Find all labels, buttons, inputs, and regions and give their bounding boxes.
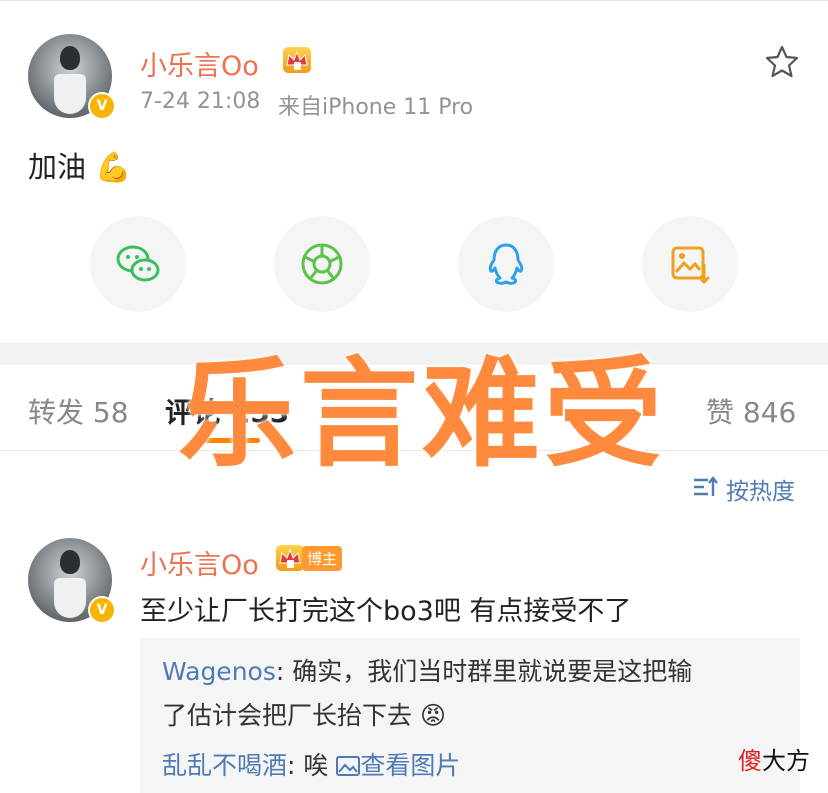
- tab-likes[interactable]: 赞 846: [706, 391, 796, 431]
- comment-text: 至少让厂长打完这个bo3吧 有点接受不了: [140, 596, 632, 627]
- avatar-figure-body: [54, 578, 86, 618]
- reply-username[interactable]: 乱乱不喝酒: [162, 751, 287, 780]
- comment-username[interactable]: 小乐言Oo: [140, 543, 259, 582]
- tab-repost[interactable]: 转发 58: [28, 391, 129, 431]
- avatar[interactable]: V: [28, 34, 116, 120]
- image-icon: [336, 756, 361, 776]
- wechat-icon: [116, 245, 160, 282]
- sort-label[interactable]: 按热度: [726, 472, 795, 506]
- save-image-button[interactable]: [642, 216, 738, 312]
- replies-box[interactable]: Wagenos: 确实，我们当时群里就说要是这把输 了估计会把厂长抬下去 😡 乱…: [140, 638, 800, 793]
- avatar-figure-body: [54, 74, 86, 114]
- reply-item[interactable]: Wagenos: 确实，我们当时群里就说要是这把输 了估计会把厂长抬下去 😡: [162, 650, 792, 738]
- reply-text: 确实，我们当时群里就说要是这把输: [292, 657, 693, 686]
- favorite-star-icon[interactable]: [764, 44, 800, 84]
- reply-text: 唉: [303, 751, 337, 780]
- save-image-icon: [671, 246, 711, 285]
- reply-separator: :: [275, 657, 293, 686]
- post-text: 加油 💪: [28, 150, 132, 184]
- verified-badge-icon: V: [88, 92, 116, 120]
- watermark-text: 大方: [762, 747, 810, 775]
- post-source: 来自iPhone 11 Pro: [278, 95, 474, 120]
- share-qq-button[interactable]: [458, 216, 554, 312]
- sort-icon[interactable]: [692, 475, 718, 503]
- avatar-figure: [60, 46, 80, 70]
- reply-item[interactable]: 乱乱不喝酒: 唉 查看图片: [162, 744, 792, 788]
- view-image-link[interactable]: 查看图片: [336, 751, 460, 780]
- top-divider: [0, 0, 828, 1]
- reply-username[interactable]: Wagenos: [162, 657, 276, 686]
- share-moments-button[interactable]: [274, 216, 370, 312]
- post-username[interactable]: 小乐言Oo: [140, 44, 259, 83]
- crown-vip-icon: [283, 47, 311, 73]
- reply-separator: :: [287, 751, 304, 780]
- qq-icon: [488, 243, 524, 285]
- overlay-caption: 乐言难受: [178, 345, 667, 483]
- crown-vip-icon: [276, 545, 304, 571]
- share-wechat-button[interactable]: [90, 216, 186, 312]
- blogger-badge: 博主: [302, 546, 343, 571]
- watermark: 傻大方: [738, 741, 810, 776]
- moments-icon: [301, 243, 343, 285]
- view-image-label[interactable]: 查看图片: [360, 751, 460, 780]
- watermark-red-char: 傻: [738, 747, 762, 775]
- post-timestamp: 7-24 21:08: [140, 89, 261, 114]
- verified-badge-icon: V: [88, 596, 116, 624]
- comment-avatar[interactable]: V: [28, 538, 116, 624]
- reply-text-continued: 了估计会把厂长抬下去 😡: [162, 701, 447, 730]
- avatar-figure: [60, 550, 80, 574]
